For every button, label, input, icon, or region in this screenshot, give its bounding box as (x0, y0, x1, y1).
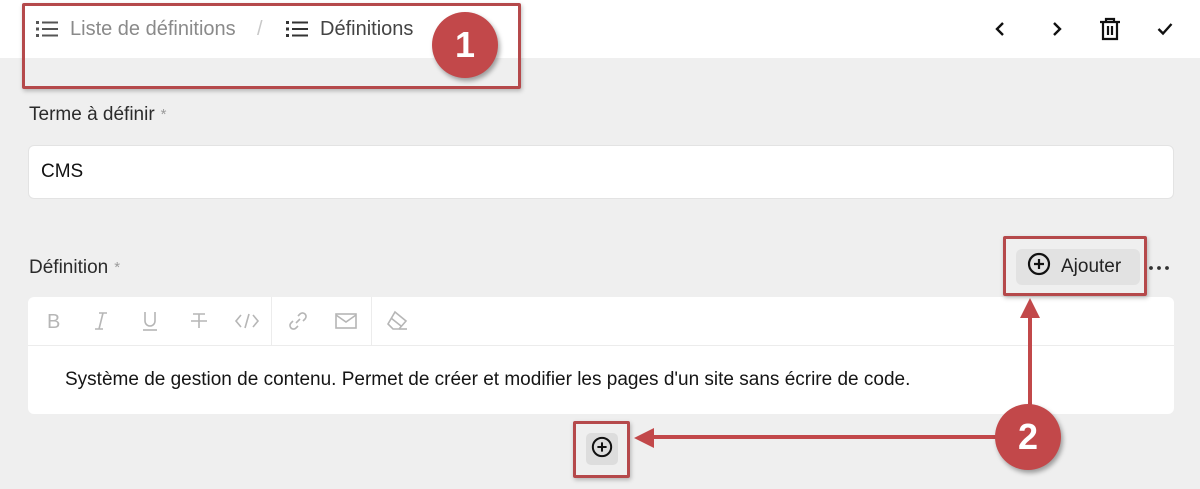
annotation-badge-1: 1 (432, 12, 498, 78)
annotation-badge-2: 2 (995, 404, 1061, 470)
